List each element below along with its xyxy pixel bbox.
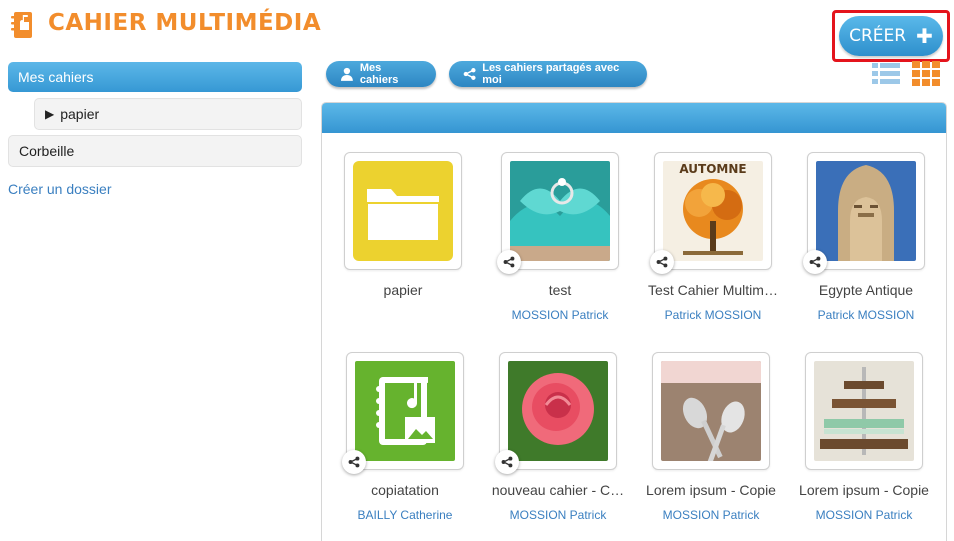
notebook-card[interactable]: Lorem ipsum - Copie MOSSION Patrick: [799, 352, 954, 532]
app-title: CAHIER MULTIMÉDIA: [48, 10, 322, 36]
notebook-author[interactable]: BAILLY Catherine: [330, 508, 480, 522]
share-icon[interactable]: [650, 250, 674, 274]
notebook-title: test: [548, 282, 572, 298]
notebook-title: copiatation: [371, 482, 439, 498]
multimedia-notebook-icon: [355, 361, 455, 461]
notebook-author[interactable]: MOSSION Patrick: [483, 508, 633, 522]
tab-shared-with-me[interactable]: Les cahiers partagés avec moi: [449, 61, 647, 87]
grid-view-icon[interactable]: [912, 61, 940, 87]
sidebar-item-label: Mes cahiers: [18, 69, 94, 85]
share-icon: [463, 68, 476, 80]
share-icon[interactable]: [495, 450, 519, 474]
autumn-tree-image: AUTOMNE: [663, 161, 763, 261]
sidebar-item-papier[interactable]: ▶ papier: [34, 98, 302, 130]
notebook-title: Egypte Antique: [818, 282, 914, 298]
notebook-icon: [10, 10, 36, 40]
list-view-icon[interactable]: [872, 63, 900, 85]
plus-icon: ✚: [916, 24, 933, 48]
folder-icon: [353, 161, 453, 261]
cupcake-image: [510, 161, 610, 261]
panel-header: [322, 103, 946, 133]
notebook-thumbnail: AUTOMNE: [654, 152, 772, 270]
notebook-card[interactable]: test MOSSION Patrick: [497, 152, 651, 332]
notebook-author[interactable]: MOSSION Patrick: [789, 508, 939, 522]
notebook-thumbnail: [807, 152, 925, 270]
notebook-thumbnail: [805, 352, 923, 470]
share-icon[interactable]: [803, 250, 827, 274]
cupcake-tower-image: [814, 361, 914, 461]
notebook-author[interactable]: Patrick MOSSION: [638, 308, 788, 322]
sidebar-item-mes-cahiers[interactable]: Mes cahiers: [8, 62, 302, 92]
create-folder-link[interactable]: Créer un dossier: [8, 181, 112, 197]
egypt-statue-image: [816, 161, 916, 261]
sidebar-item-label: papier: [60, 106, 100, 122]
notebook-thumbnail: [346, 352, 464, 470]
share-icon[interactable]: [342, 450, 366, 474]
notebook-thumbnail: [344, 152, 462, 270]
notebook-title: Test Cahier Multim…: [648, 282, 778, 298]
notebook-card[interactable]: copiatation BAILLY Catherine: [342, 352, 496, 532]
user-icon: [340, 67, 353, 81]
notebook-thumbnail: [652, 352, 770, 470]
tab-label: Mes cahiers: [359, 62, 399, 86]
notebook-author[interactable]: MOSSION Patrick: [485, 308, 635, 322]
tab-label: Les cahiers partagés avec moi: [482, 62, 620, 86]
notebook-author[interactable]: Patrick MOSSION: [791, 308, 941, 322]
notebook-title: nouveau cahier - C…: [491, 482, 625, 498]
notebook-card[interactable]: nouveau cahier - C… MOSSION Patrick: [492, 352, 649, 532]
triangle-right-icon: ▶: [45, 107, 55, 121]
rose-image: [508, 361, 608, 461]
notebook-title: Lorem ipsum - Copie: [646, 482, 776, 498]
tab-mes-cahiers[interactable]: Mes cahiers: [326, 61, 436, 87]
notebook-card[interactable]: papier: [344, 152, 494, 332]
share-icon[interactable]: [497, 250, 521, 274]
notebook-thumbnail: [501, 152, 619, 270]
notebook-card[interactable]: Lorem ipsum - Copie MOSSION Patrick: [646, 352, 802, 532]
sidebar-item-corbeille[interactable]: Corbeille: [8, 135, 302, 167]
create-button[interactable]: CRÉER ✚: [839, 16, 943, 56]
image-text: AUTOMNE: [679, 162, 746, 176]
sidebar-item-label: Corbeille: [19, 143, 75, 159]
notebook-author[interactable]: MOSSION Patrick: [636, 508, 786, 522]
notebook-title: papier: [383, 282, 423, 298]
notebook-thumbnail: [499, 352, 617, 470]
notebook-card[interactable]: Egypte Antique Patrick MOSSION: [803, 152, 954, 332]
notebook-card[interactable]: AUTOMNE Test Cahier Multim… Patrick MOSS…: [648, 152, 804, 332]
notebook-title: Lorem ipsum - Copie: [799, 482, 929, 498]
spoons-image: [661, 361, 761, 461]
create-button-highlight: CRÉER ✚: [832, 10, 950, 62]
create-label: CRÉER: [849, 26, 907, 46]
